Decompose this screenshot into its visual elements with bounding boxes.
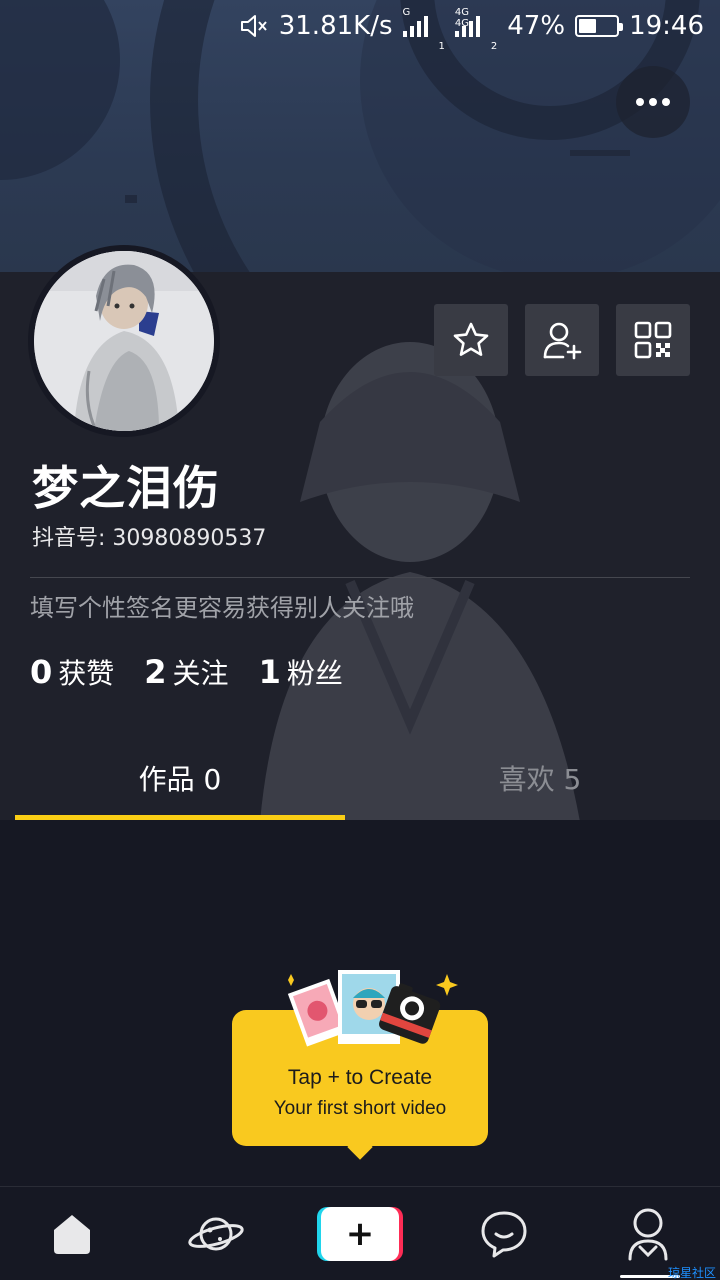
- status-bar: 31.81K/s G 1 4G 4G 2 47% 19:46: [0, 0, 720, 52]
- stat-value: 0: [30, 653, 53, 691]
- stat-following[interactable]: 2 关注: [144, 652, 228, 692]
- network-speed: 31.81K/s: [278, 11, 393, 41]
- cover-decoration: [570, 150, 630, 156]
- stat-label: 粉丝: [286, 657, 343, 690]
- nav-messages[interactable]: [459, 1189, 549, 1279]
- bio-placeholder[interactable]: 填写个性签名更容易获得别人关注哦: [30, 588, 414, 623]
- watermark: 琼星社区: [667, 1266, 716, 1280]
- profile-stats: 0 获赞 2 关注 1 粉丝: [30, 652, 343, 692]
- tab-works[interactable]: 作品 0: [0, 740, 360, 820]
- profile-icon: [628, 1208, 668, 1260]
- mute-icon: [239, 13, 269, 39]
- plus-icon: +: [321, 1206, 399, 1261]
- add-friend-button[interactable]: [525, 304, 599, 376]
- favorite-button[interactable]: [434, 304, 508, 376]
- create-illustration: [287, 970, 458, 1047]
- signal-icon: G: [402, 7, 428, 37]
- sim-slot-label: 1: [438, 41, 445, 52]
- create-button[interactable]: +: [317, 1206, 403, 1261]
- tab-likes[interactable]: 喜欢 5: [360, 740, 720, 820]
- create-prompt-title: Tap + to Create: [287, 1066, 433, 1089]
- nav-home[interactable]: [27, 1189, 117, 1279]
- message-icon: [481, 1211, 527, 1257]
- bottom-navigation: +: [0, 1186, 720, 1280]
- profile-actions: [434, 304, 690, 376]
- douyin-id[interactable]: 抖音号: 30980890537: [32, 520, 266, 552]
- battery-icon: [575, 15, 624, 37]
- battery-percent: 47%: [507, 11, 566, 41]
- star-icon: [453, 322, 489, 356]
- profile-nickname: 梦之泪伤: [32, 461, 220, 515]
- more-options-button[interactable]: [616, 66, 690, 138]
- sim-slot-label: 2: [490, 41, 498, 52]
- active-tab-indicator: [15, 815, 345, 820]
- avatar[interactable]: [28, 245, 220, 437]
- create-prompt-subtitle: Your first short video: [273, 1098, 447, 1119]
- qr-code-button[interactable]: [616, 304, 690, 376]
- stat-followers[interactable]: 1 粉丝: [259, 652, 343, 692]
- signal-icon: 4G 4G: [454, 7, 480, 37]
- home-icon: [54, 1214, 90, 1254]
- stat-value: 2: [144, 653, 167, 691]
- cover-decoration: [125, 195, 137, 203]
- content-tabs: 作品 0 喜欢 5: [0, 740, 720, 820]
- stat-label: 获赞: [58, 657, 115, 690]
- clock: 19:46: [629, 11, 704, 41]
- stat-likes[interactable]: 0 获赞: [30, 652, 114, 692]
- avatar-image: [34, 251, 214, 431]
- add-friend-icon: [543, 322, 582, 360]
- divider: [30, 577, 690, 578]
- planet-icon: [188, 1217, 244, 1250]
- nav-create[interactable]: +: [315, 1189, 405, 1279]
- more-dots-icon: [636, 98, 644, 106]
- nav-discover[interactable]: [171, 1189, 261, 1279]
- stat-value: 1: [258, 653, 281, 691]
- qr-code-icon: [634, 321, 672, 359]
- stat-label: 关注: [172, 657, 229, 690]
